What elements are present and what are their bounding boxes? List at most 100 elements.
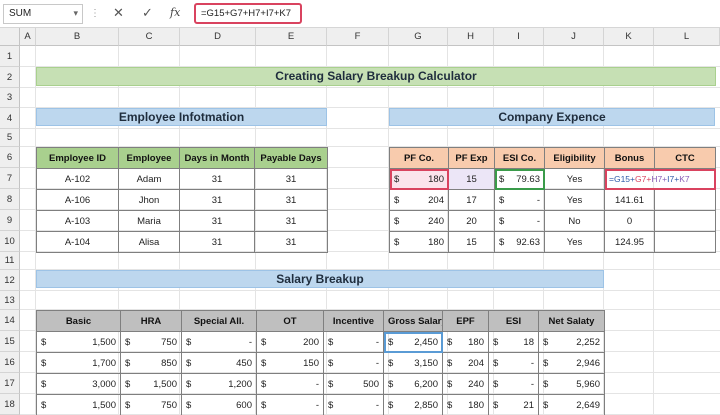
column-header-L[interactable]: L	[654, 28, 720, 46]
esi-co-cell[interactable]: $79.63	[494, 168, 545, 190]
table-cell[interactable]: A-103	[36, 210, 119, 232]
column-header-K[interactable]: K	[604, 28, 654, 46]
table-cell[interactable]: Maria	[118, 210, 180, 232]
table-cell[interactable]: $5,960	[538, 373, 605, 395]
bonus-cell[interactable]: 124.95	[604, 231, 655, 253]
row-header-9[interactable]: 9	[0, 210, 20, 231]
table-cell[interactable]: $3,150	[383, 352, 443, 374]
table-cell[interactable]: 31	[254, 210, 328, 232]
table-cell[interactable]: $500	[323, 373, 384, 395]
row-header-6[interactable]: 6	[0, 147, 20, 168]
table-cell[interactable]: $1,200	[181, 373, 257, 395]
table-cell[interactable]: $200	[256, 331, 324, 353]
table-cell[interactable]: $1,500	[36, 394, 121, 415]
row-header-12[interactable]: 12	[0, 270, 20, 291]
row-header-5[interactable]: 5	[0, 129, 20, 147]
row-header-16[interactable]: 16	[0, 352, 20, 373]
column-header-C[interactable]: C	[119, 28, 180, 46]
active-edit-cell[interactable]: =G15+G7+H7+I7+K7	[604, 168, 716, 190]
esi-co-cell[interactable]: $ -	[494, 210, 545, 232]
pf-exp-cell[interactable]: 17	[448, 189, 495, 211]
column-header-I[interactable]: I	[494, 28, 544, 46]
row-header-7[interactable]: 7	[0, 168, 20, 189]
table-cell[interactable]: 31	[254, 231, 328, 253]
table-cell[interactable]: $2,850	[383, 394, 443, 415]
table-cell[interactable]: Adam	[118, 168, 180, 190]
table-cell[interactable]: $1,700	[36, 352, 121, 374]
table-cell[interactable]: Jhon	[118, 189, 180, 211]
table-cell[interactable]: 31	[254, 189, 328, 211]
formula-input[interactable]: =G15+G7+H7+I7+K7	[194, 3, 302, 24]
table-cell[interactable]: $2,946	[538, 352, 605, 374]
row-header-18[interactable]: 18	[0, 394, 20, 415]
pf-exp-cell[interactable]: 15	[448, 231, 495, 253]
chevron-down-icon[interactable]: ▾	[73, 8, 78, 19]
table-cell[interactable]: $240	[442, 373, 489, 395]
table-cell[interactable]: 31	[179, 189, 255, 211]
table-cell[interactable]: 31	[179, 231, 255, 253]
select-all-corner[interactable]	[0, 28, 20, 46]
table-cell[interactable]: $204	[442, 352, 489, 374]
table-cell[interactable]: $ -	[323, 331, 384, 353]
table-cell[interactable]: $ -	[323, 352, 384, 374]
name-box[interactable]: SUM ▾	[3, 4, 83, 24]
eligibility-cell[interactable]: No	[544, 210, 605, 232]
pf-co-cell[interactable]: $180	[389, 168, 449, 190]
pf-co-cell[interactable]: $204	[389, 189, 449, 211]
table-cell[interactable]: $18	[488, 331, 539, 353]
column-header-G[interactable]: G	[389, 28, 448, 46]
table-cell[interactable]: $21	[488, 394, 539, 415]
fx-icon[interactable]: fx	[170, 6, 180, 19]
row-header-14[interactable]: 14	[0, 310, 20, 331]
column-header-E[interactable]: E	[256, 28, 327, 46]
row-header-13[interactable]: 13	[0, 291, 20, 310]
confirm-icon[interactable]: ✓	[142, 5, 153, 21]
table-cell[interactable]: A-104	[36, 231, 119, 253]
column-header-A[interactable]: A	[20, 28, 36, 46]
cancel-icon[interactable]: ✕	[113, 5, 124, 21]
table-cell[interactable]: $180	[442, 331, 489, 353]
pf-exp-cell[interactable]: 15	[448, 168, 495, 190]
table-cell[interactable]: 31	[254, 168, 328, 190]
row-header-2[interactable]: 2	[0, 67, 20, 88]
table-cell[interactable]: $1,500	[120, 373, 182, 395]
table-cell[interactable]: $600	[181, 394, 257, 415]
table-cell[interactable]: Alisa	[118, 231, 180, 253]
table-cell[interactable]: $ -	[323, 394, 384, 415]
pf-co-cell[interactable]: $240	[389, 210, 449, 232]
column-header-F[interactable]: F	[327, 28, 389, 46]
column-header-D[interactable]: D	[180, 28, 256, 46]
row-header-3[interactable]: 3	[0, 88, 20, 108]
ctc-cell[interactable]	[654, 231, 716, 253]
ctc-cell[interactable]	[654, 210, 716, 232]
table-cell[interactable]: $150	[256, 352, 324, 374]
table-cell[interactable]: $2,450	[383, 331, 443, 353]
table-cell[interactable]: A-102	[36, 168, 119, 190]
table-cell[interactable]: $ -	[488, 373, 539, 395]
row-header-11[interactable]: 11	[0, 252, 20, 270]
table-cell[interactable]: 31	[179, 168, 255, 190]
table-cell[interactable]: $6,200	[383, 373, 443, 395]
column-header-H[interactable]: H	[448, 28, 494, 46]
table-cell[interactable]: 31	[179, 210, 255, 232]
table-cell[interactable]: A-106	[36, 189, 119, 211]
eligibility-cell[interactable]: Yes	[544, 231, 605, 253]
row-header-4[interactable]: 4	[0, 108, 20, 129]
row-header-17[interactable]: 17	[0, 373, 20, 394]
table-cell[interactable]: $ -	[256, 394, 324, 415]
worksheet-grid[interactable]: ABCDEFGHIJKL 1 2 3 4 5 6 7 8 9 10 11 12 13 14 15 16 17 18…	[0, 28, 720, 415]
column-header-J[interactable]: J	[544, 28, 604, 46]
esi-co-cell[interactable]: $92.63	[494, 231, 545, 253]
table-cell[interactable]: $2,649	[538, 394, 605, 415]
eligibility-cell[interactable]: Yes	[544, 189, 605, 211]
eligibility-cell[interactable]: Yes	[544, 168, 605, 190]
table-cell[interactable]: $750	[120, 331, 182, 353]
row-header-1[interactable]: 1	[0, 46, 20, 67]
table-cell[interactable]: $ -	[488, 352, 539, 374]
bonus-cell[interactable]: 0	[604, 210, 655, 232]
table-cell[interactable]: $3,000	[36, 373, 121, 395]
table-cell[interactable]: $ -	[181, 331, 257, 353]
pf-co-cell[interactable]: $180	[389, 231, 449, 253]
pf-exp-cell[interactable]: 20	[448, 210, 495, 232]
esi-co-cell[interactable]: $ -	[494, 189, 545, 211]
